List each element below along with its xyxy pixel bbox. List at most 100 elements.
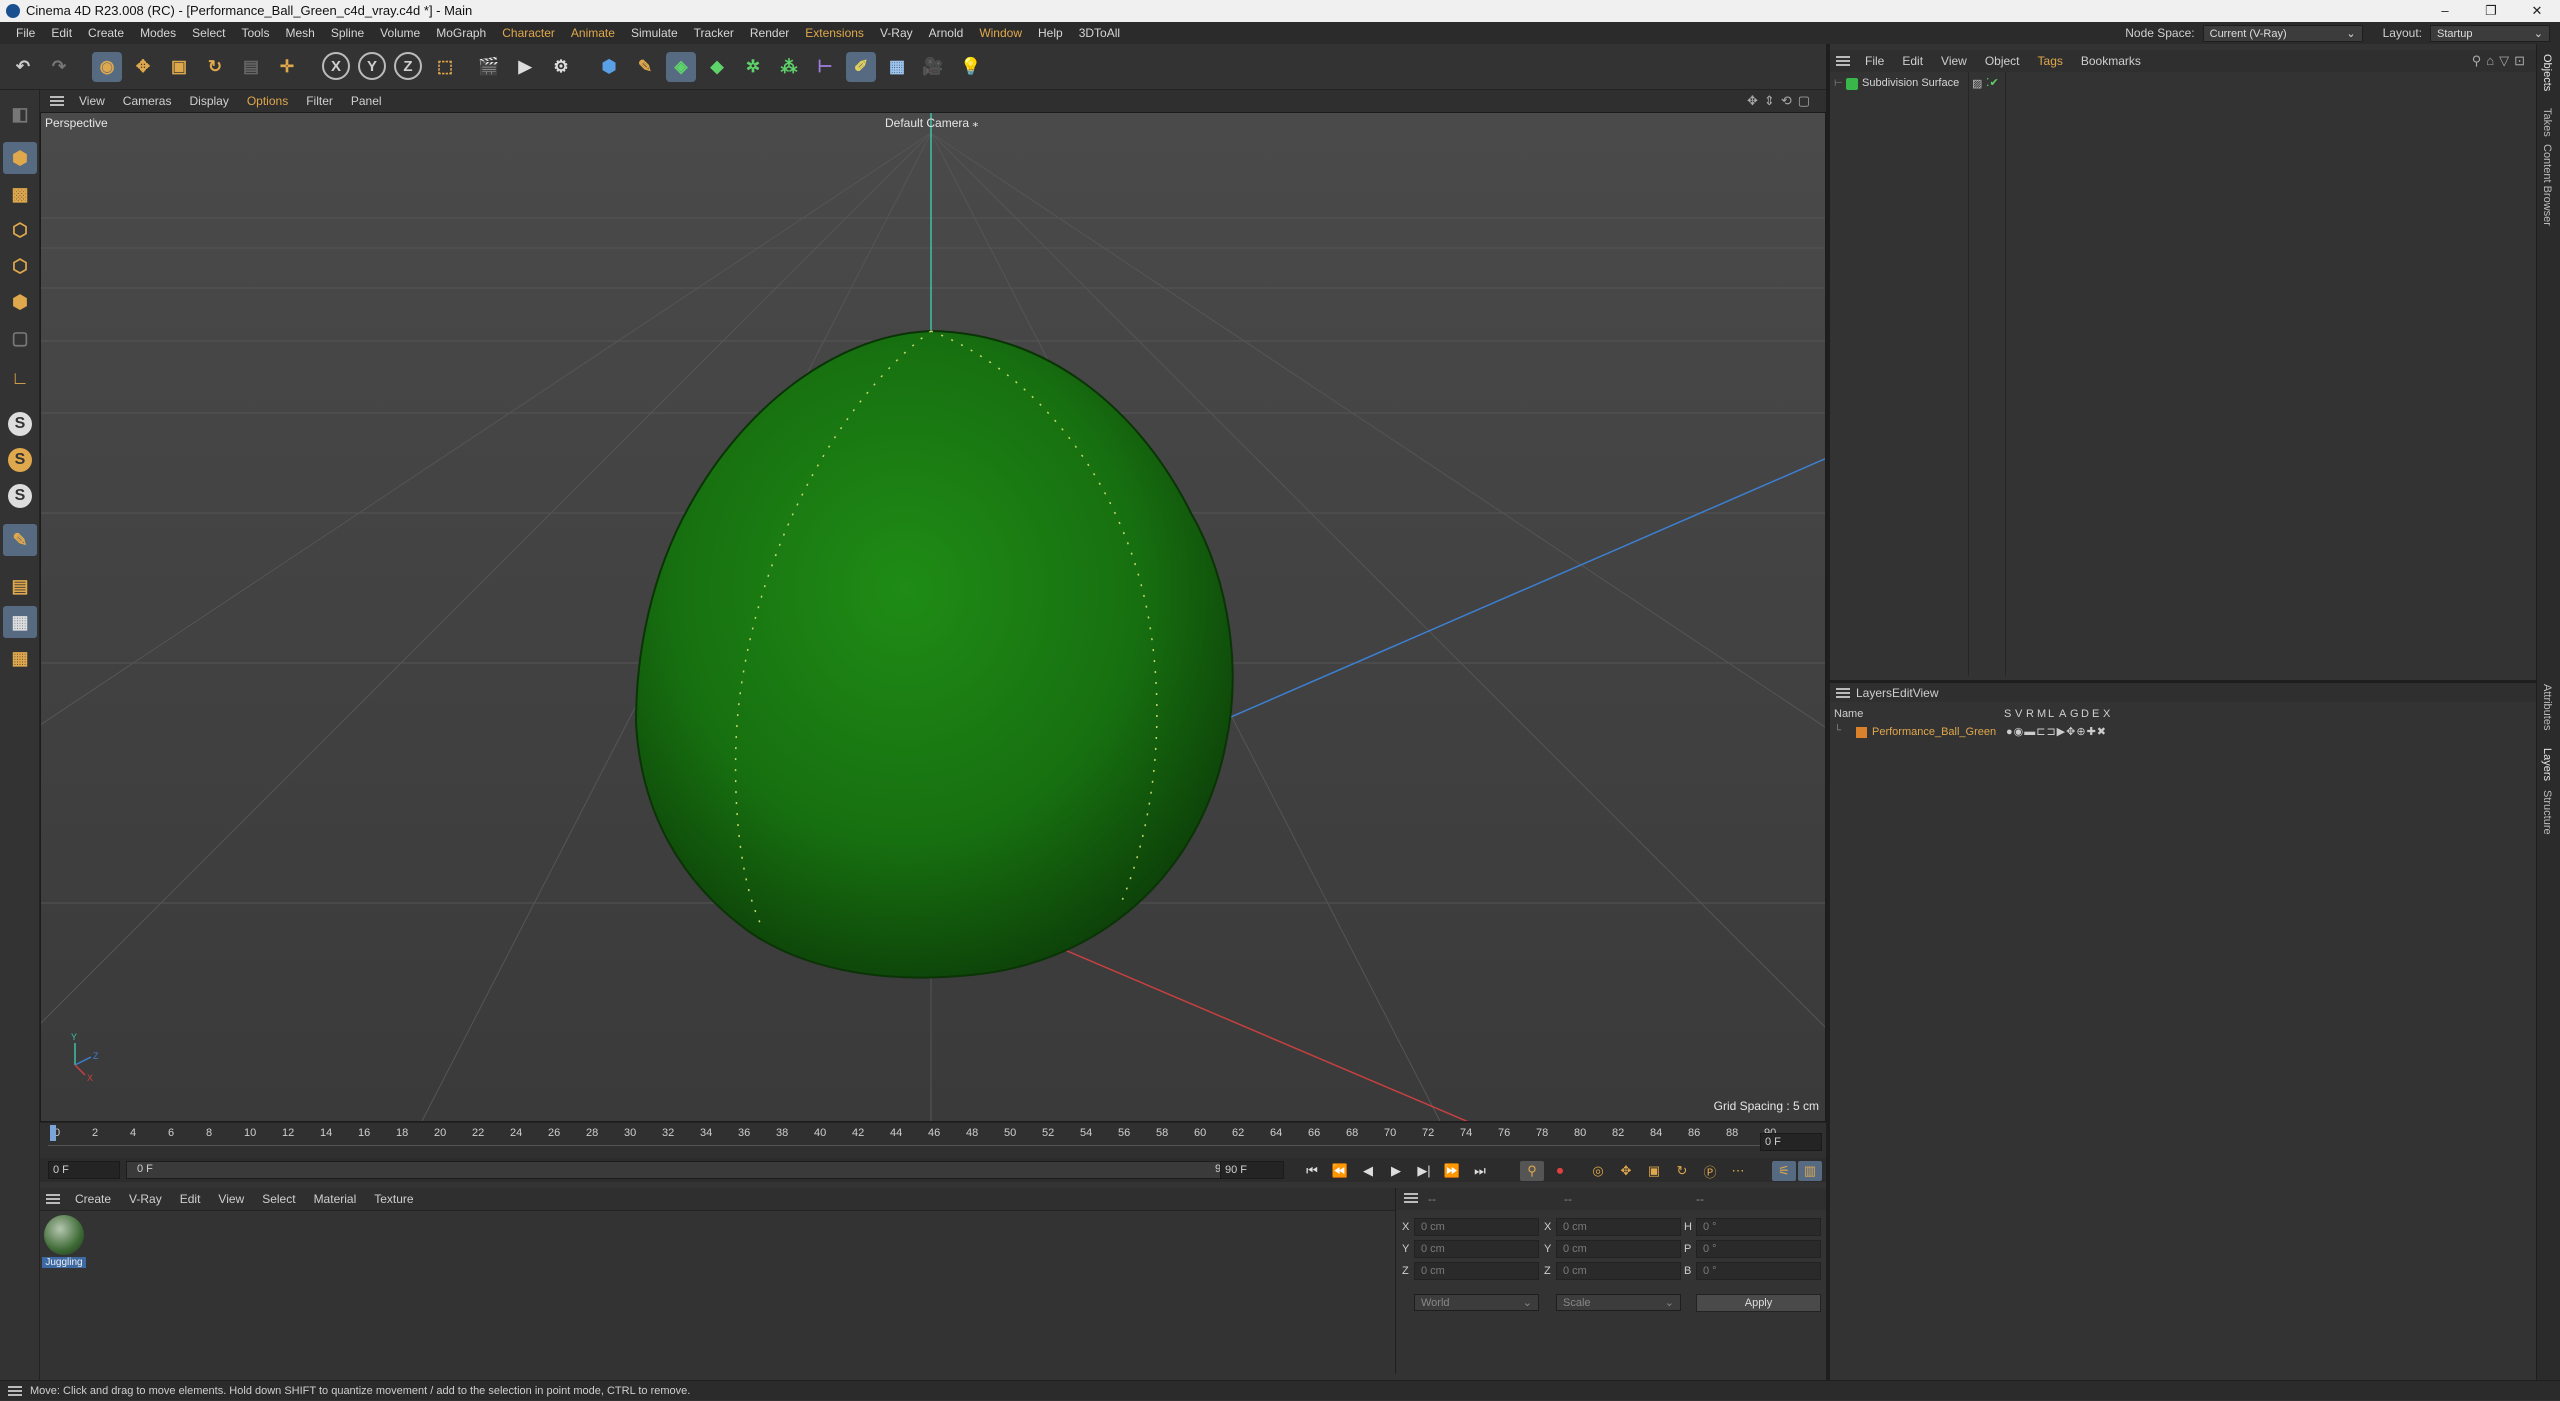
tab-attributes[interactable]: Attributes [2541, 684, 2553, 730]
viewport-nav-icons[interactable]: ✥⇕⟲▢ [1747, 93, 1816, 109]
current-frame-field[interactable]: 0 F [1760, 1133, 1822, 1151]
menu-modes[interactable]: Modes [132, 26, 184, 40]
menu-mesh[interactable]: Mesh [277, 26, 322, 40]
pen-spline-icon[interactable]: ✎ [630, 52, 660, 82]
start-frame-field[interactable]: 0 F [48, 1161, 120, 1179]
mat-menu-texture[interactable]: Texture [365, 1192, 422, 1206]
render-region-icon[interactable]: 🎬 [474, 52, 504, 82]
size-z-field[interactable]: 0 cm [1556, 1262, 1681, 1280]
menu-extensions[interactable]: Extensions [797, 26, 872, 40]
pos-x-field[interactable]: 0 cm [1414, 1218, 1539, 1236]
coordinate-system-icon[interactable]: ⬚ [430, 52, 460, 82]
cube-icon[interactable]: ⬢ [594, 52, 624, 82]
record-keys-icon[interactable]: ⚲ [1520, 1161, 1544, 1181]
menu-mograph[interactable]: MoGraph [428, 26, 494, 40]
viewport-menu-cameras[interactable]: Cameras [114, 94, 181, 108]
snap-s3-icon[interactable]: S [3, 480, 37, 512]
layer-menu-view[interactable]: View [1913, 686, 1939, 700]
make-editable-icon[interactable]: ◧ [3, 98, 37, 130]
next-frame-icon[interactable]: ▶| [1412, 1161, 1436, 1181]
size-mode-dropdown[interactable]: Scale ⌄ [1556, 1294, 1681, 1311]
rotation-key-icon[interactable]: ↻ [1670, 1161, 1694, 1181]
mat-menu-edit[interactable]: Edit [171, 1192, 210, 1206]
motion-system-icon[interactable]: ⚟ [1772, 1161, 1796, 1181]
menu-spline[interactable]: Spline [323, 26, 372, 40]
axis-y-button[interactable]: Y [358, 52, 386, 80]
object-row[interactable]: ⊢ Subdivision Surface ▨ ⁚✔ [1830, 76, 2536, 94]
deformer-icon[interactable]: ✲ [738, 52, 768, 82]
play-icon[interactable]: ▶ [1384, 1161, 1408, 1181]
render-settings-icon[interactable]: ⚙ [546, 52, 576, 82]
material-item[interactable]: Juggling [42, 1215, 86, 1273]
next-key-icon[interactable]: ⏩ [1440, 1161, 1464, 1181]
pla-key-icon[interactable]: ⋯ [1726, 1161, 1750, 1181]
rot-b-field[interactable]: 0 ° [1696, 1262, 1821, 1280]
polygons-mode-icon[interactable]: ⬢ [3, 286, 37, 318]
visibility-check-icon[interactable]: ⁚✔ [1986, 76, 1999, 89]
menu-character[interactable]: Character [494, 26, 563, 40]
grid-lock-icon[interactable]: ▦ [3, 606, 37, 638]
go-to-start-icon[interactable]: ⏮ [1300, 1161, 1324, 1181]
playhead[interactable] [50, 1125, 56, 1141]
viewport-menu-display[interactable]: Display [180, 94, 237, 108]
hamburger-icon[interactable] [1836, 687, 1850, 698]
end-frame-field[interactable]: 90 F [1220, 1161, 1284, 1179]
menu-3dtoall[interactable]: 3DToAll [1071, 26, 1128, 40]
mat-menu-vray[interactable]: V-Ray [120, 1192, 171, 1206]
apply-button[interactable]: Apply [1696, 1294, 1821, 1312]
cloner-icon[interactable]: ⁂ [774, 52, 804, 82]
transform-tool-icon[interactable]: ✛ [272, 52, 302, 82]
tab-objects[interactable]: Objects [2541, 54, 2553, 91]
menu-edit[interactable]: Edit [43, 26, 80, 40]
axis-z-button[interactable]: Z [394, 52, 422, 80]
timeline-ruler[interactable]: 0 2 4 6 8 10 12 14 16 18 20 22 24 26 28 30 32 34 36 38 40 42 4… [40, 1122, 1826, 1160]
select-tool-icon[interactable]: ◉ [92, 52, 122, 82]
menu-select[interactable]: Select [184, 26, 233, 40]
undo-icon[interactable]: ↶ [8, 52, 38, 82]
layer-flag-icons[interactable]: ●◉▬⊏⊐▶✥⊕✚✖ [2006, 725, 2107, 738]
hamburger-icon[interactable] [46, 1194, 60, 1204]
obj-menu-object[interactable]: Object [1976, 54, 2029, 68]
menu-simulate[interactable]: Simulate [623, 26, 686, 40]
coord-system-dropdown[interactable]: World ⌄ [1414, 1294, 1539, 1311]
frame-range-slider[interactable]: 0 F 90 F [126, 1161, 1242, 1179]
hamburger-icon[interactable] [1404, 1193, 1418, 1203]
menu-window[interactable]: Window [971, 26, 1030, 40]
menu-create[interactable]: Create [80, 26, 132, 40]
move-tool-icon[interactable]: ✥ [128, 52, 158, 82]
menu-tools[interactable]: Tools [233, 26, 277, 40]
hamburger-icon[interactable] [50, 96, 64, 106]
maximize-button[interactable]: ❐ [2468, 0, 2514, 22]
viewport-menu-view[interactable]: View [70, 94, 114, 108]
obj-menu-tags[interactable]: Tags [2029, 54, 2072, 68]
uv-mode-icon[interactable]: ▢ [3, 322, 37, 354]
hamburger-icon[interactable] [8, 1386, 22, 1396]
inactive-tool-icon[interactable]: ▤ [236, 52, 266, 82]
workplane-icon[interactable]: ▤ [3, 570, 37, 602]
obj-menu-bookmarks[interactable]: Bookmarks [2072, 54, 2150, 68]
viewport-menu-options[interactable]: Options [238, 94, 297, 108]
scale-tool-icon[interactable]: ▣ [164, 52, 194, 82]
menu-help[interactable]: Help [1030, 26, 1071, 40]
previous-key-icon[interactable]: ⏪ [1328, 1161, 1352, 1181]
obj-menu-edit[interactable]: Edit [1893, 54, 1932, 68]
rot-h-field[interactable]: 0 ° [1696, 1218, 1821, 1236]
snap-s2-icon[interactable]: S [3, 444, 37, 476]
field-icon[interactable]: ⊢ [810, 52, 840, 82]
menu-tracker[interactable]: Tracker [686, 26, 742, 40]
go-to-end-icon[interactable]: ⏭ [1468, 1161, 1492, 1181]
viewport-menu-filter[interactable]: Filter [297, 94, 342, 108]
menu-animate[interactable]: Animate [563, 26, 623, 40]
pos-z-field[interactable]: 0 cm [1414, 1262, 1539, 1280]
obj-menu-view[interactable]: View [1932, 54, 1976, 68]
floor-icon[interactable]: ▦ [882, 52, 912, 82]
close-button[interactable]: ✕ [2514, 0, 2560, 22]
rotate-tool-icon[interactable]: ↻ [200, 52, 230, 82]
points-mode-icon[interactable]: ⬡ [3, 214, 37, 246]
subdivision-icon[interactable]: ◈ [666, 52, 696, 82]
obj-menu-file[interactable]: File [1856, 54, 1893, 68]
rot-p-field[interactable]: 0 ° [1696, 1240, 1821, 1258]
size-y-field[interactable]: 0 cm [1556, 1240, 1681, 1258]
axis-mode-icon[interactable]: ∟ [3, 362, 37, 394]
axis-x-button[interactable]: X [322, 52, 350, 80]
